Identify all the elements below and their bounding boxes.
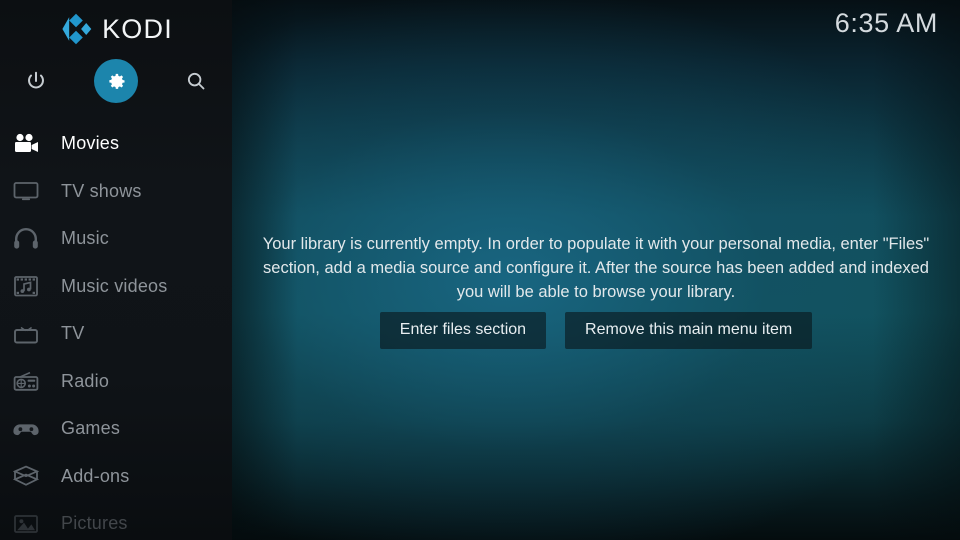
enter-files-section-button[interactable]: Enter files section bbox=[379, 312, 547, 349]
sidebar-item-label: Add-ons bbox=[61, 465, 130, 486]
sidebar-item-label: Pictures bbox=[61, 513, 128, 534]
sidebar-item-radio[interactable]: Radio bbox=[0, 358, 232, 406]
sidebar-item-label: TV bbox=[61, 323, 85, 344]
addon-box-icon bbox=[9, 465, 43, 487]
gamepad-icon bbox=[9, 418, 43, 440]
search-button[interactable] bbox=[173, 58, 219, 104]
settings-button[interactable] bbox=[93, 58, 139, 104]
sidebar-item-label: Games bbox=[61, 418, 121, 439]
gear-icon bbox=[108, 73, 125, 89]
movie-camera-icon bbox=[9, 133, 43, 155]
radio-icon bbox=[9, 370, 43, 392]
sidebar-item-label: TV shows bbox=[61, 180, 142, 201]
kodi-logo-icon bbox=[62, 13, 92, 45]
monitor-icon bbox=[9, 180, 43, 202]
sidebar-item-music-videos[interactable]: Music videos bbox=[0, 263, 232, 311]
sidebar-item-label: Music videos bbox=[61, 275, 168, 296]
remove-main-menu-item-button[interactable]: Remove this main menu item bbox=[565, 312, 813, 349]
search-icon bbox=[187, 72, 205, 90]
action-button-row: Enter files section Remove this main men… bbox=[232, 312, 960, 349]
power-button[interactable] bbox=[13, 58, 59, 104]
sidebar-item-tv[interactable]: TV bbox=[0, 310, 232, 358]
main-menu: Movies TV shows Music Music videos TV Ra… bbox=[0, 120, 232, 540]
sidebar-item-label: Radio bbox=[61, 370, 110, 391]
picture-icon bbox=[9, 513, 43, 535]
app-logo: KODI bbox=[0, 8, 232, 50]
sidebar-item-games[interactable]: Games bbox=[0, 405, 232, 453]
top-nav-bar bbox=[0, 58, 232, 104]
kodi-home-screen: KODI Movies TV shows Music Music videos … bbox=[0, 0, 960, 540]
film-music-icon bbox=[9, 275, 43, 297]
television-icon bbox=[9, 323, 43, 345]
sidebar-item-music[interactable]: Music bbox=[0, 215, 232, 263]
main-content: Your library is currently empty. In orde… bbox=[232, 0, 960, 540]
sidebar-item-tv-shows[interactable]: TV shows bbox=[0, 168, 232, 216]
app-name: KODI bbox=[102, 13, 173, 44]
clock: 6:35 AM bbox=[834, 8, 938, 38]
sidebar-item-label: Movies bbox=[61, 133, 120, 154]
sidebar-item-pictures[interactable]: Pictures bbox=[0, 500, 232, 540]
sidebar-item-label: Music bbox=[61, 228, 110, 249]
sidebar-item-add-ons[interactable]: Add-ons bbox=[0, 453, 232, 501]
power-icon bbox=[28, 71, 44, 89]
sidebar: KODI Movies TV shows Music Music videos … bbox=[0, 0, 232, 540]
sidebar-item-movies[interactable]: Movies bbox=[0, 120, 232, 168]
empty-library-message: Your library is currently empty. In orde… bbox=[262, 235, 930, 301]
headphones-icon bbox=[9, 227, 43, 250]
